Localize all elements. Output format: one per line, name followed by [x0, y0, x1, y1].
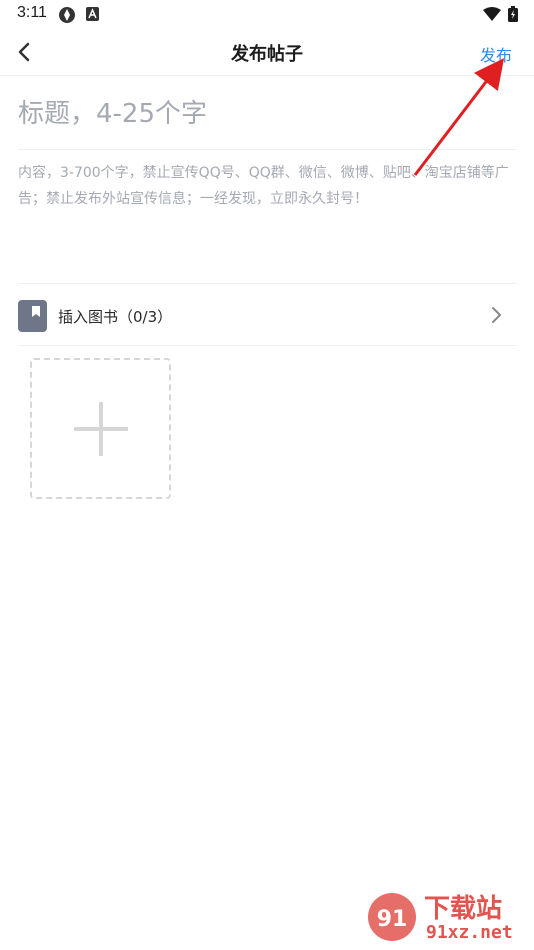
nav-bar: 发布帖子 发布	[0, 28, 534, 76]
status-time: 3:11	[17, 4, 47, 21]
font-a-icon	[86, 6, 99, 25]
insert-book-row[interactable]: 插入图书（0/3）	[18, 284, 517, 346]
chevron-right-icon	[491, 306, 503, 328]
publish-button[interactable]: 发布	[480, 42, 512, 66]
page-title: 发布帖子	[231, 44, 303, 65]
status-bar: 3:11	[0, 0, 534, 28]
title-input[interactable]	[18, 94, 514, 134]
battery-icon	[508, 6, 518, 26]
bookmark-icon	[18, 300, 47, 332]
divider	[18, 149, 517, 150]
wifi-icon	[483, 6, 501, 25]
insert-book-label: 插入图书（0/3）	[58, 308, 173, 326]
add-image-button[interactable]	[30, 358, 171, 499]
watermark-brand: 下载站	[424, 894, 503, 924]
sync-icon	[58, 6, 76, 28]
svg-text:91: 91	[377, 907, 408, 932]
watermark-domain: 91xz.net	[426, 922, 513, 943]
watermark: 91 下载站 91xz.net	[364, 884, 534, 950]
content-input[interactable]	[18, 160, 518, 270]
plus-icon	[74, 402, 128, 456]
